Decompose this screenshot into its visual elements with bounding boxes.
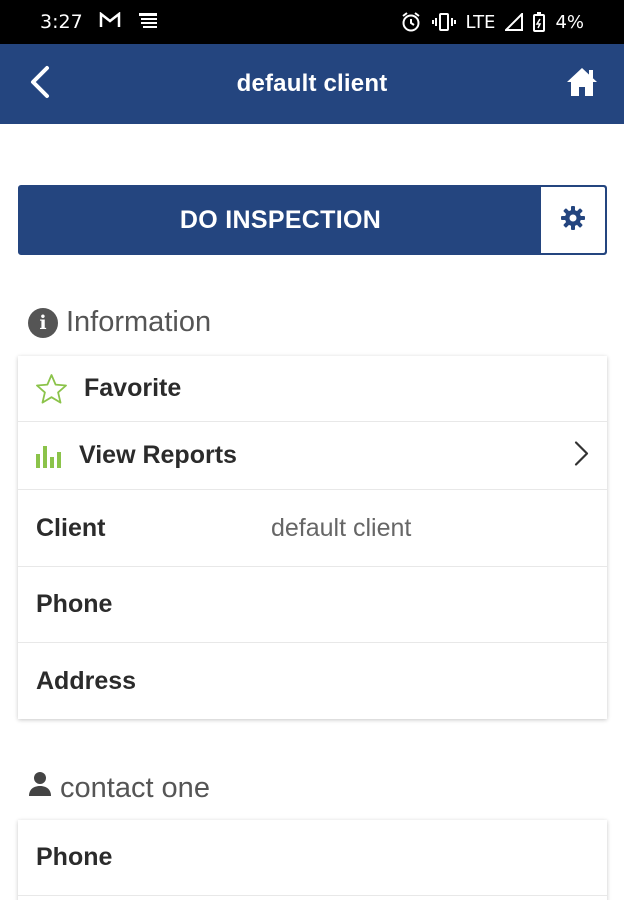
favorite-row[interactable]: Favorite: [18, 356, 607, 422]
gmail-icon: [99, 11, 121, 33]
inspection-settings-button[interactable]: [541, 187, 605, 253]
contact-title-label: contact one: [60, 771, 210, 804]
signal-icon: [505, 13, 524, 31]
home-icon: [565, 66, 599, 103]
chevron-right-icon: [573, 440, 589, 471]
contact-phone-row[interactable]: Phone: [18, 820, 607, 896]
inspection-button-group: DO INSPECTION: [18, 185, 607, 255]
status-bar: 3:27 LTE 4%: [0, 0, 624, 44]
gear-icon: [560, 205, 586, 236]
information-card: Favorite View Reports Client default cli…: [18, 356, 607, 719]
address-label: Address: [36, 666, 137, 695]
information-title-label: Information: [66, 306, 212, 338]
battery-level: 4%: [555, 11, 584, 33]
home-button[interactable]: [562, 64, 602, 104]
view-reports-row[interactable]: View Reports: [18, 422, 607, 490]
chevron-left-icon: [28, 65, 52, 104]
info-icon: i: [28, 307, 58, 338]
alarm-icon: [400, 11, 422, 33]
client-value: default client: [271, 513, 412, 542]
client-row: Client default client: [18, 490, 607, 567]
address-row[interactable]: Address: [18, 643, 607, 719]
contact-card: Phone: [18, 820, 607, 900]
vibrate-icon: [431, 12, 456, 32]
favorite-label: Favorite: [84, 374, 182, 402]
page-title: default client: [236, 70, 388, 97]
bar-chart-icon: [35, 444, 63, 468]
client-label: Client: [36, 513, 106, 542]
battery-icon: [533, 12, 546, 32]
network-label: LTE: [465, 11, 496, 33]
star-outline-icon: [35, 373, 68, 405]
phone-row[interactable]: Phone: [18, 567, 607, 643]
app-bar: default client: [0, 44, 624, 124]
status-time: 3:27: [40, 11, 83, 33]
information-section-title: i Information: [28, 306, 211, 339]
contact-section-title: contact one: [28, 771, 210, 805]
back-button[interactable]: [20, 64, 60, 104]
contact-phone-label: Phone: [36, 843, 113, 871]
do-inspection-button[interactable]: DO INSPECTION: [20, 187, 541, 253]
notification-icon: [137, 11, 159, 34]
person-icon: [28, 771, 52, 805]
view-reports-label: View Reports: [79, 441, 237, 469]
phone-label: Phone: [36, 590, 113, 618]
